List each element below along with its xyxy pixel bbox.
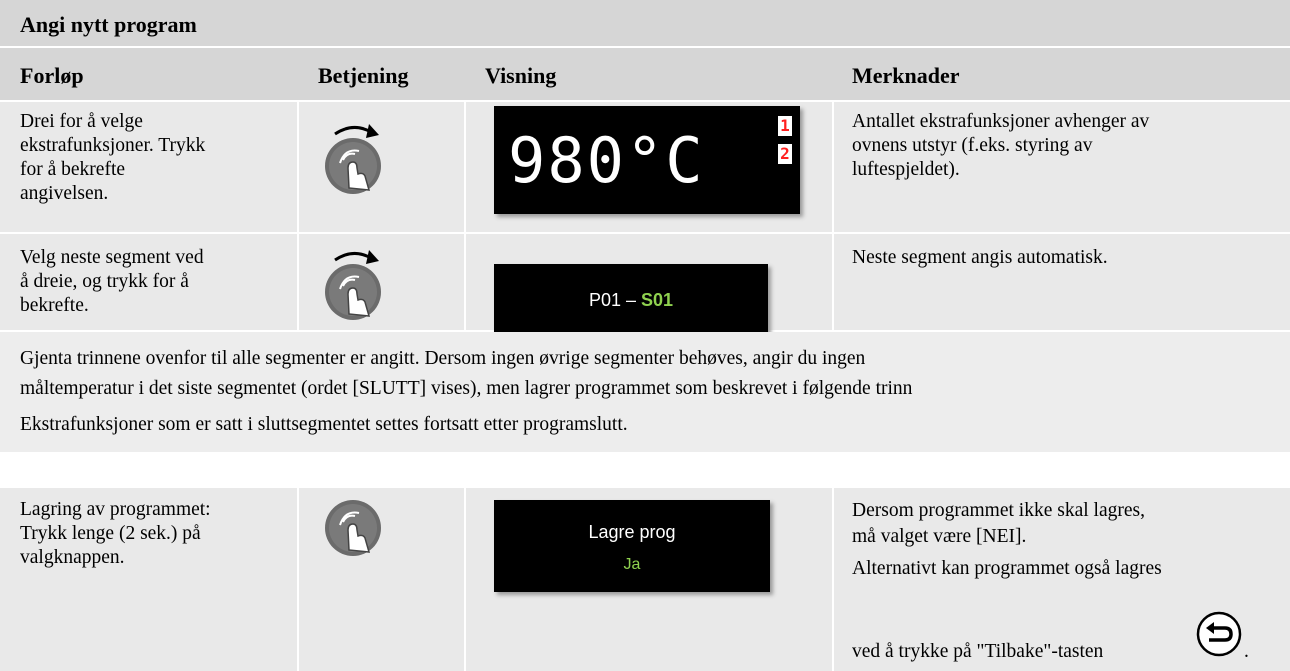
row3-merknader-line: Dersom programmet ikke skal lagres, <box>852 500 1145 521</box>
note-line: Gjenta trinnene ovenfor til alle segment… <box>20 348 866 369</box>
row2-betjening-cell <box>299 234 464 330</box>
row3-forlop-line: valgknappen. <box>20 547 125 568</box>
column-header-betjening: Betjening <box>318 63 409 88</box>
extra-function-flag-1: 1 <box>778 116 792 136</box>
segment-number: S01 <box>641 290 674 310</box>
row3-visning-cell: Lagre prog Ja <box>466 488 832 671</box>
back-key-icon <box>1196 611 1242 657</box>
row3-forlop-line: Lagring av programmet: <box>20 499 211 520</box>
title-bar: Angi nytt program <box>0 0 1290 46</box>
rotary-knob-icon <box>325 124 381 194</box>
temperature-readout: 980°C <box>508 124 705 197</box>
row3-merknader-line: Alternativt kan programmet også lagres <box>852 558 1162 579</box>
column-header-forlop: Forløp <box>20 63 84 88</box>
temperature-display: 980°C 1 2 <box>494 106 800 214</box>
row2-visning-cell: P01 – S01 <box>466 234 832 338</box>
row1-betjening-cell <box>299 102 464 232</box>
save-prompt: Lagre prog <box>588 522 676 542</box>
row1-forlop-line: ekstrafunksjoner. Trykk <box>20 135 206 156</box>
row3-forlop-cell: Lagring av programmet: Trykk lenge (2 se… <box>0 488 297 671</box>
instruction-note: Gjenta trinnene ovenfor til alle segment… <box>0 332 1290 452</box>
row2-forlop-line: bekrefte. <box>20 295 89 316</box>
row2-merknader-line: Neste segment angis automatisk. <box>852 247 1108 268</box>
row2-forlop-line: Velg neste segment ved <box>20 247 204 268</box>
column-header-visning: Visning <box>485 63 557 88</box>
row3-merknader-line: må valget være [NEI]. <box>852 526 1027 547</box>
program-number: P01 – <box>588 290 641 310</box>
table-title: Angi nytt program <box>20 12 197 37</box>
extra-function-flag-2: 2 <box>778 144 792 164</box>
row2-merknader-cell: Neste segment angis automatisk. <box>834 234 1290 330</box>
row1-visning-cell: 980°C 1 2 <box>466 102 832 232</box>
row1-forlop-cell: Drei for å velge ekstrafunksjoner. Trykk… <box>0 102 297 232</box>
column-header-row: Forløp Betjening Visning Merknader <box>0 48 1290 100</box>
press-knob-icon <box>325 500 381 556</box>
row3-merknader-period: . <box>1244 641 1249 662</box>
note-line: måltemperatur i det siste segmentet (ord… <box>20 378 913 399</box>
note-line: Ekstrafunksjoner som er satt i sluttsegm… <box>20 414 628 435</box>
row2-forlop-line: å dreie, og trykk for å <box>20 271 189 292</box>
row1-forlop-line: angivelsen. <box>20 183 109 204</box>
row3-merknader-line: ved å trykke på "Tilbake"-tasten <box>852 641 1104 662</box>
segment-display: P01 – S01 <box>494 264 768 338</box>
column-header-merknader: Merknader <box>852 63 960 88</box>
rotary-knob-icon <box>325 250 381 320</box>
row1-merknader-line: ovnens utstyr (f.eks. styring av <box>852 135 1093 156</box>
save-choice: Ja <box>623 556 641 573</box>
row1-forlop-line: Drei for å velge <box>20 111 143 132</box>
row1-forlop-line: for å bekrefte <box>20 159 126 180</box>
row1-merknader-cell: Antallet ekstrafunksjoner avhenger av ov… <box>834 102 1290 232</box>
row3-forlop-line: Trykk lenge (2 sek.) på <box>20 523 201 544</box>
save-program-display: Lagre prog Ja <box>494 500 770 592</box>
row3-betjening-cell <box>299 488 464 671</box>
row1-merknader-line: Antallet ekstrafunksjoner avhenger av <box>852 111 1150 132</box>
row2-forlop-cell: Velg neste segment ved å dreie, og trykk… <box>0 234 297 330</box>
row3-merknader-cell: Dersom programmet ikke skal lagres, må v… <box>834 488 1290 671</box>
row1-merknader-line: luftespjeldet). <box>852 159 960 180</box>
program-table: Angi nytt program Forløp Betjening Visni… <box>0 0 1290 671</box>
